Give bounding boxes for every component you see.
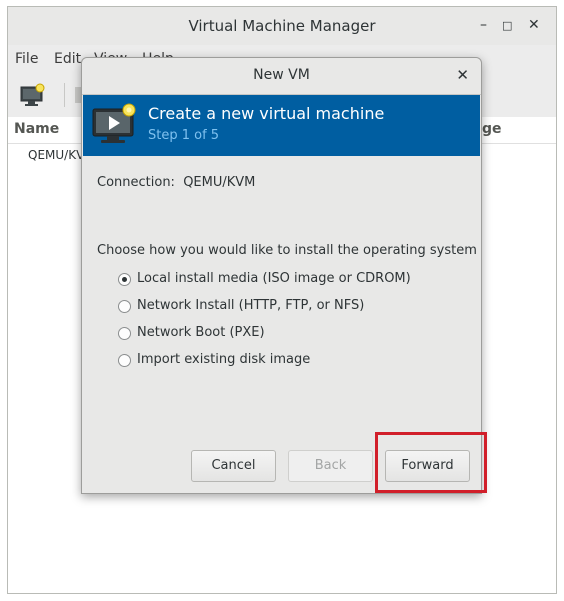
dialog-titlebar: New VM ✕ [82,58,481,95]
menu-edit[interactable]: Edit [54,51,81,67]
wizard-step: Step 1 of 5 [148,128,220,143]
toolbar-separator [64,83,65,107]
install-method-prompt: Choose how you would like to install the… [97,243,477,258]
dialog-title: New VM [253,67,310,83]
option-label: Network Boot (PXE) [137,325,265,340]
wizard-banner: Create a new virtual machine Step 1 of 5 [83,95,480,156]
minimize-icon[interactable]: – [480,17,487,33]
connection-row[interactable]: QEMU/KV [28,148,84,162]
column-usage[interactable]: ge [482,121,502,137]
dialog-close-icon[interactable]: ✕ [456,66,469,84]
connection-label: Connection: QEMU/KVM [97,175,256,190]
back-button[interactable]: Back [288,450,373,482]
close-icon[interactable]: ✕ [528,17,540,33]
main-titlebar: Virtual Machine Manager – □ ✕ [8,7,556,46]
radio-button-import-disk[interactable] [118,354,131,367]
option-label: Network Install (HTTP, FTP, or NFS) [137,298,365,313]
new-vm-icon[interactable] [20,83,46,107]
column-name[interactable]: Name [14,121,59,137]
vm-monitor-icon [92,103,136,143]
menu-file[interactable]: File [15,51,38,67]
maximize-icon[interactable]: □ [502,19,512,32]
window-title: Virtual Machine Manager [188,17,376,35]
forward-highlight-box [375,432,487,493]
option-label: Import existing disk image [137,352,311,367]
option-label: Local install media (ISO image or CDROM) [137,271,411,286]
radio-button-local-media[interactable] [118,273,131,286]
radio-button-network-boot[interactable] [118,327,131,340]
wizard-title: Create a new virtual machine [148,104,385,123]
radio-button-network-install[interactable] [118,300,131,313]
new-vm-dialog: New VM ✕ Create a new virtual machine St… [81,57,482,494]
cancel-button[interactable]: Cancel [191,450,276,482]
